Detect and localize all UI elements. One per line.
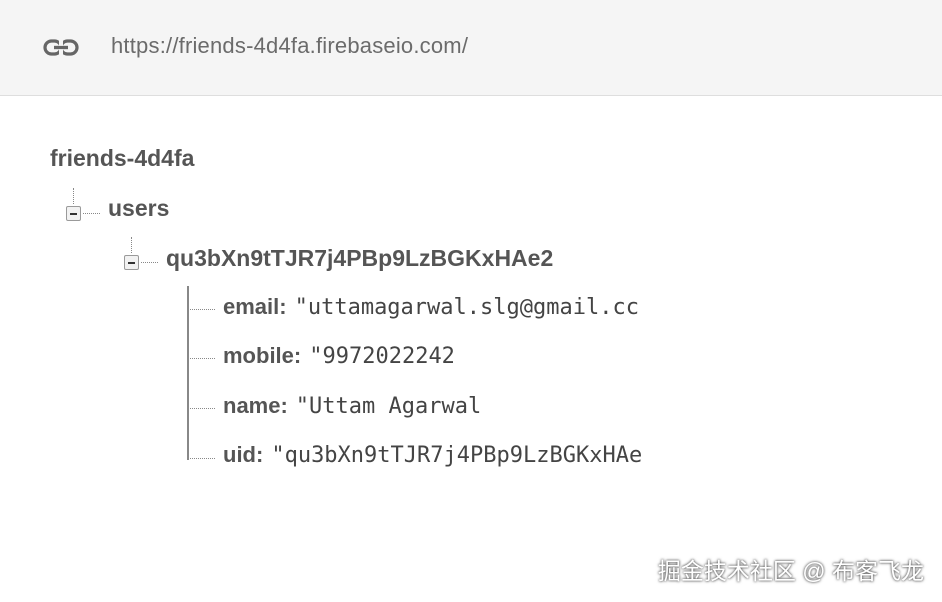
firebase-database-viewer: https://friends-4d4fa.firebaseio.com/ fr… — [0, 0, 942, 602]
field-value[interactable]: "uttamagarwal.slg@gmail.cc — [295, 295, 639, 320]
field-key: name: — [223, 393, 288, 418]
field-name[interactable]: name: "Uttam Agarwal — [223, 393, 683, 423]
users-node-label[interactable]: users — [108, 195, 169, 222]
field-uid[interactable]: uid: "qu3bXn9tTJR7j4PBp9LzBGKxHAe — [223, 442, 683, 472]
watermark: 掘金技术社区 @ 布客飞龙 — [657, 558, 924, 584]
tree-connector — [190, 309, 215, 310]
tree-connector — [83, 213, 100, 214]
tree-connector — [190, 458, 215, 459]
user-node-label[interactable]: qu3bXn9tTJR7j4PBp9LzBGKxHAe2 — [166, 245, 553, 272]
tree-connector — [190, 408, 215, 409]
field-value[interactable]: "qu3bXn9tTJR7j4PBp9LzBGKxHAe — [271, 443, 642, 468]
data-tree: friends-4d4fa users qu3bXn9tTJR7j4PBp9Lz… — [0, 96, 942, 602]
tree-connector — [131, 237, 132, 253]
tree-connector — [141, 262, 158, 263]
field-value[interactable]: "9972022242 — [309, 344, 455, 369]
field-key: mobile: — [223, 343, 302, 368]
tree-connector — [73, 188, 74, 204]
field-mobile[interactable]: mobile: "9972022242 — [223, 343, 683, 373]
field-key: email: — [223, 294, 287, 319]
field-email[interactable]: email: "uttamagarwal.slg@gmail.cc — [223, 294, 683, 324]
tree-connector — [187, 286, 189, 460]
root-node-label[interactable]: friends-4d4fa — [50, 145, 194, 172]
url-bar: https://friends-4d4fa.firebaseio.com/ — [0, 0, 942, 96]
collapse-users-toggle[interactable] — [66, 206, 81, 221]
tree-connector — [190, 358, 215, 359]
link-icon — [43, 38, 79, 58]
database-url[interactable]: https://friends-4d4fa.firebaseio.com/ — [111, 33, 468, 59]
collapse-user-toggle[interactable] — [124, 255, 139, 270]
field-key: uid: — [223, 442, 264, 467]
field-value[interactable]: "Uttam Agarwal — [296, 394, 481, 419]
